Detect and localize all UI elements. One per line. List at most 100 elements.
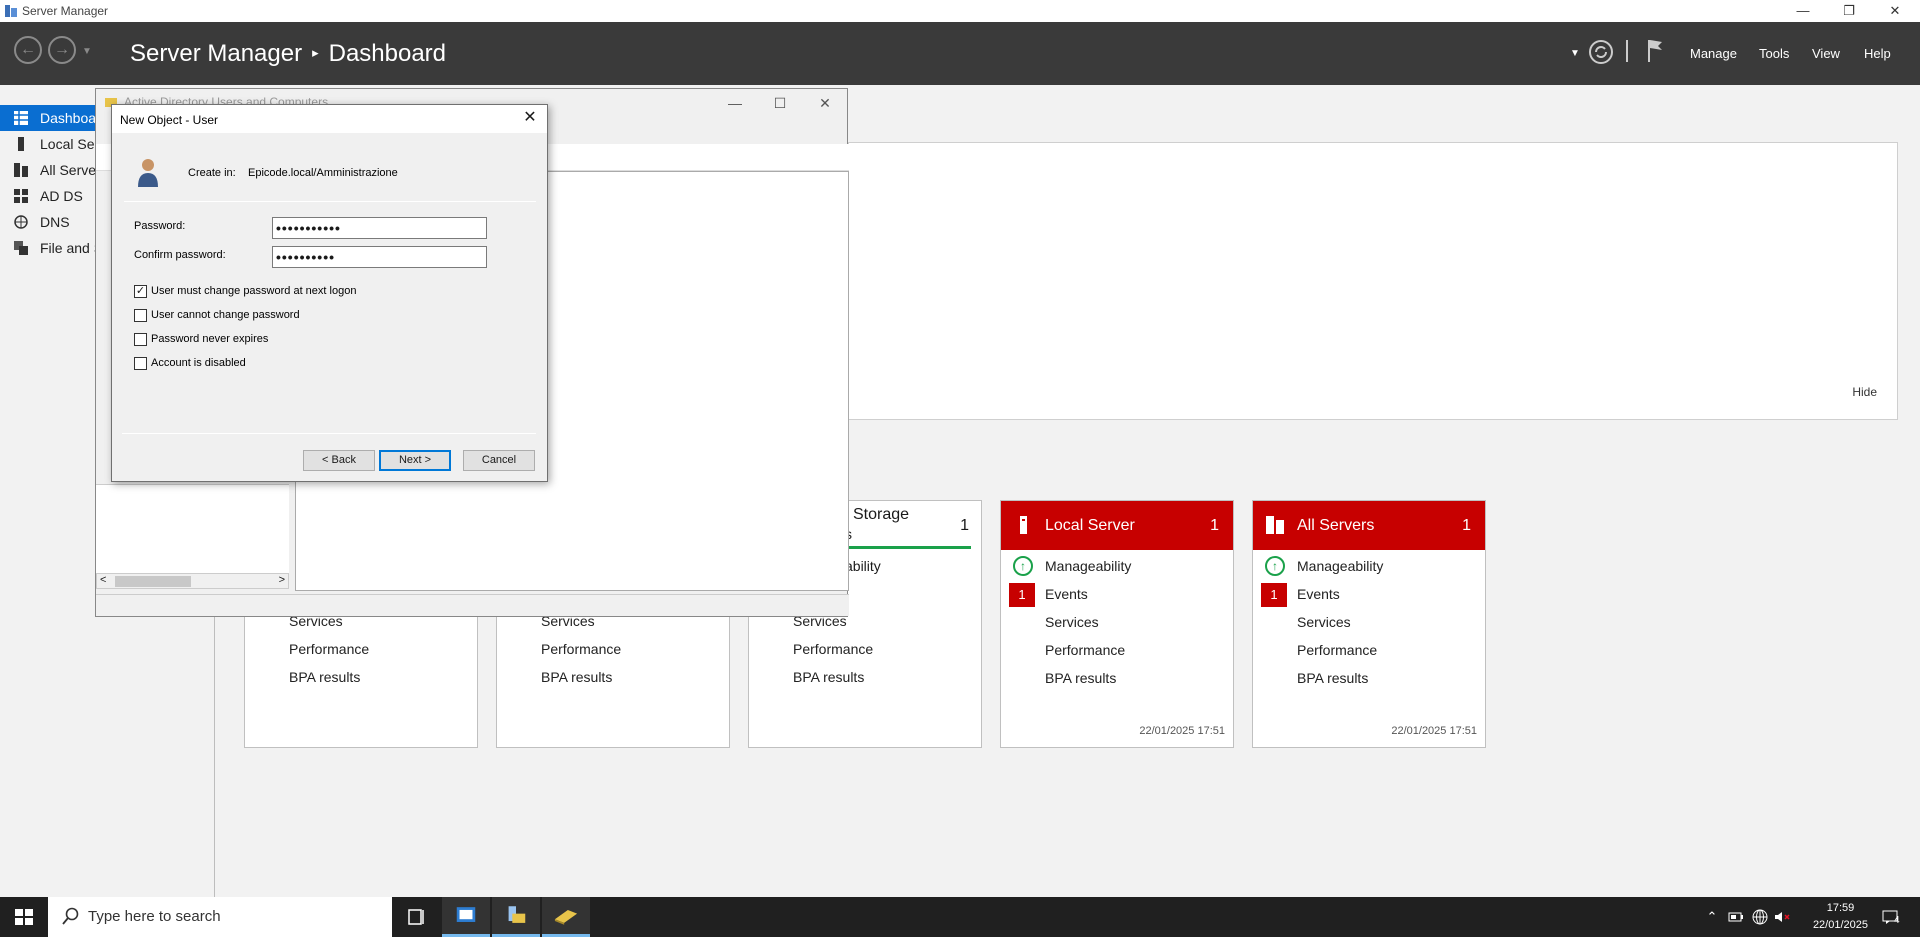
scroll-thumb[interactable] xyxy=(115,576,191,587)
arrow-up-ok-icon: ↑ xyxy=(1265,556,1285,576)
server-icon xyxy=(1020,516,1027,534)
task-view-icon[interactable] xyxy=(392,897,440,937)
next-button[interactable]: Next > xyxy=(379,450,451,471)
aduc-horizontal-scrollbar[interactable]: < > xyxy=(96,573,289,589)
checkbox-label[interactable]: Account is disabled xyxy=(151,357,246,369)
scroll-left-icon[interactable]: < xyxy=(100,574,106,586)
tile-row-performance[interactable]: Performance xyxy=(793,641,873,657)
aduc-tree-pane[interactable] xyxy=(96,484,289,584)
battery-icon[interactable] xyxy=(1726,907,1746,927)
tile-row-bpa[interactable]: BPA results xyxy=(541,669,612,685)
checkbox-label[interactable]: User must change password at next logon xyxy=(151,285,356,297)
back-arrow-icon[interactable]: ← xyxy=(14,36,42,64)
breadcrumb-root: Server Manager xyxy=(130,40,303,67)
server-manager-taskbar-icon[interactable] xyxy=(442,897,490,937)
tile-row-performance[interactable]: Performance xyxy=(289,641,369,657)
scroll-right-icon[interactable]: > xyxy=(279,574,285,586)
storage-icon xyxy=(14,241,28,255)
network-globe-icon[interactable] xyxy=(1750,907,1770,927)
tile-row-bpa[interactable]: BPA results xyxy=(1045,670,1116,686)
tile-row-events[interactable]: Events xyxy=(1297,586,1340,602)
tile-row-performance[interactable]: Performance xyxy=(1297,642,1377,658)
tile-row-services[interactable]: Services xyxy=(1297,614,1351,630)
tile-count: 1 xyxy=(960,517,969,534)
menu-manage[interactable]: Manage xyxy=(1690,46,1737,61)
close-button[interactable]: ✕ xyxy=(1872,0,1918,22)
aduc-taskbar-icon[interactable] xyxy=(492,897,540,937)
clock-date: 22/01/2025 xyxy=(1812,919,1868,931)
tile-header[interactable]: Local Server 1 xyxy=(1001,501,1233,550)
menu-view[interactable]: View xyxy=(1812,46,1840,61)
all-servers-tile[interactable]: All Servers 1 ↑ Manageability 1 Events S… xyxy=(1252,500,1486,748)
checkbox-label[interactable]: User cannot change password xyxy=(151,309,300,321)
tile-row-manageability[interactable]: Manageability xyxy=(1045,558,1131,574)
tile-title: Local Server xyxy=(1045,517,1135,534)
tile-row-bpa[interactable]: BPA results xyxy=(793,669,864,685)
confirm-password-label: Confirm password: xyxy=(134,249,226,261)
tile-count: 1 xyxy=(1210,517,1219,534)
menu-help[interactable]: Help xyxy=(1864,46,1891,61)
refresh-icon[interactable] xyxy=(1588,39,1614,65)
tile-row-manageability[interactable]: ability xyxy=(845,558,881,574)
create-in-label: Create in: xyxy=(188,167,236,179)
aduc-maximize-button[interactable]: ☐ xyxy=(758,89,802,117)
password-never-expires-checkbox[interactable] xyxy=(134,333,147,346)
tile-row-performance[interactable]: Performance xyxy=(541,641,621,657)
taskbar-search-box[interactable]: Type here to search xyxy=(48,897,392,937)
new-object-taskbar-icon[interactable] xyxy=(542,897,590,937)
header-bar: ← → ▼ Server Manager ▸ Dashboard ▼ Manage … xyxy=(0,22,1920,85)
create-in-value: Epicode.local/Amministrazione xyxy=(248,167,398,179)
tile-row-events[interactable]: Events xyxy=(1045,586,1088,602)
back-button[interactable]: < Back xyxy=(303,450,375,471)
dialog-close-icon[interactable]: ✕ xyxy=(519,107,541,129)
forward-arrow-icon[interactable]: → xyxy=(48,36,76,64)
taskbar: Type here to search ⌃ 17:59 22/01/2025 4 xyxy=(0,897,1920,937)
aduc-status-bar xyxy=(96,594,849,616)
tile-row-performance[interactable]: Performance xyxy=(1045,642,1125,658)
tile-timestamp: 22/01/2025 17:51 xyxy=(1139,725,1225,737)
show-hidden-icons-icon[interactable]: ⌃ xyxy=(1702,907,1722,927)
cannot-change-password-checkbox[interactable] xyxy=(134,309,147,322)
tile-title: All Servers xyxy=(1297,517,1375,534)
aduc-close-button[interactable]: ✕ xyxy=(803,89,847,117)
account-disabled-checkbox[interactable] xyxy=(134,357,147,370)
notification-dropdown-icon[interactable]: ▼ xyxy=(1570,48,1580,59)
tile-header[interactable]: All Servers 1 xyxy=(1253,501,1485,550)
divider xyxy=(122,433,536,434)
must-change-password-checkbox[interactable]: ✓ xyxy=(134,285,147,298)
password-field[interactable]: ••••••••••• xyxy=(272,217,487,239)
tile-row-services[interactable]: Services xyxy=(1045,614,1099,630)
hide-link[interactable]: Hide xyxy=(1852,385,1877,399)
server-icon xyxy=(18,137,24,151)
clock-time: 17:59 xyxy=(1826,902,1855,914)
tile-row-bpa[interactable]: BPA results xyxy=(1297,670,1368,686)
servers-icon xyxy=(14,163,28,177)
title-bar: Server Manager — ❐ ✕ xyxy=(0,0,1920,22)
dialog-title: New Object - User xyxy=(120,113,219,127)
divider xyxy=(124,201,536,202)
history-dropdown-icon[interactable]: ▼ xyxy=(82,46,92,57)
aduc-minimize-button[interactable]: — xyxy=(713,89,757,117)
sidebar-item-label: AD DS xyxy=(40,188,83,204)
local-server-tile[interactable]: Local Server 1 ↑ Manageability 1 Events … xyxy=(1000,500,1234,748)
checkbox-label[interactable]: Password never expires xyxy=(151,333,268,345)
password-label: Password: xyxy=(134,220,186,232)
tile-count: 1 xyxy=(1462,517,1471,534)
restore-button[interactable]: ❐ xyxy=(1826,0,1872,22)
menu-tools[interactable]: Tools xyxy=(1759,46,1789,61)
user-icon xyxy=(138,159,158,187)
notification-count: 4 xyxy=(1894,915,1900,926)
server-manager-app-icon xyxy=(5,5,17,17)
confirm-password-field[interactable]: •••••••••• xyxy=(272,246,487,268)
taskbar-clock[interactable]: 17:59 22/01/2025 xyxy=(1813,900,1868,934)
volume-muted-icon[interactable] xyxy=(1772,907,1792,927)
new-object-user-dialog[interactable]: New Object - User ✕ Create in: Epicode.l… xyxy=(111,104,548,482)
windows-start-icon[interactable] xyxy=(0,897,48,937)
search-placeholder: Type here to search xyxy=(88,908,221,925)
tile-row-bpa[interactable]: BPA results xyxy=(289,669,360,685)
page-title: Dashboard xyxy=(328,40,447,67)
tile-row-manageability[interactable]: Manageability xyxy=(1297,558,1383,574)
cancel-button[interactable]: Cancel xyxy=(463,450,535,471)
flag-icon[interactable] xyxy=(1646,38,1664,64)
minimize-button[interactable]: — xyxy=(1780,0,1826,22)
